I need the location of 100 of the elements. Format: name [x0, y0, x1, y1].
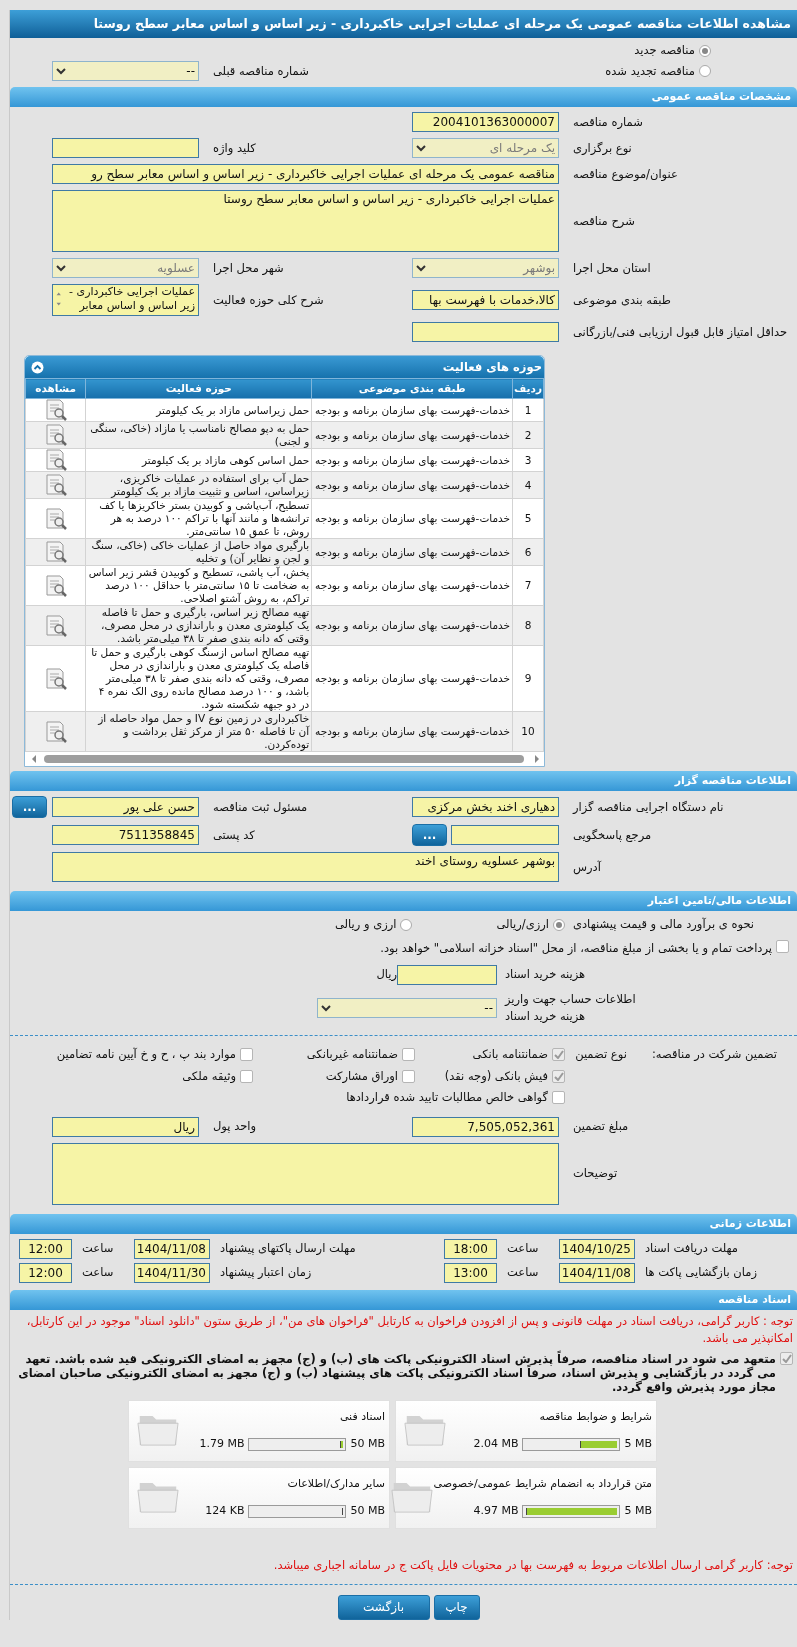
text-field[interactable]: 7511358845	[52, 825, 199, 846]
scrollbar[interactable]	[30, 753, 541, 766]
table-cell: خدمات-فهرست بهای سازمان برنامه و بودجه	[311, 498, 513, 539]
text-field[interactable]	[451, 825, 559, 846]
document-search-icon[interactable]	[43, 449, 68, 472]
section-header: اسناد مناقصه	[10, 1290, 797, 1310]
table-cell: خدمات-فهرست بهای سازمان برنامه و بودجه	[311, 711, 513, 752]
text-field[interactable]: کالا،خدمات با فهرست بها	[412, 290, 559, 311]
document-search-icon[interactable]	[43, 474, 68, 497]
date-field[interactable]: 1404/11/08	[134, 1239, 210, 1259]
field-label: مرجع پاسخگویی	[572, 826, 653, 844]
file-limit: 5 MB	[624, 1435, 652, 1452]
table-cell: خدمات-فهرست بهای سازمان برنامه و بودجه	[311, 471, 513, 499]
section-header: اطلاعات مناقصه گزار	[10, 771, 797, 792]
checkbox-label: وثیقه ملکی	[182, 1067, 236, 1085]
file-title: متن قرارداد به انضمام شرایط عمومی/خصوصی	[433, 1475, 652, 1492]
checkbox[interactable]	[780, 1351, 793, 1365]
file-limit: 50 MB	[350, 1502, 385, 1519]
text-field[interactable]: مناقصه عمومی یک مرحله ای عملیات اجرایی خاکبرداری - زیر اساس و اساس معابر سطح رو	[52, 164, 559, 185]
file-limit: 50 MB	[350, 1435, 385, 1452]
action-button[interactable]: بازگشت	[337, 1594, 430, 1620]
radio-label: مناقصه تجدید شده	[605, 62, 695, 80]
text-area[interactable]	[52, 1143, 559, 1205]
radio-label: مناقصه جدید	[634, 42, 695, 59]
checkbox-label: موارد بند پ ، ح و خ آیین نامه تضامین	[56, 1046, 236, 1064]
list-box[interactable]: عملیات اجرایی خاکبرداری - زیر اساس و اساس معابر	[52, 284, 199, 317]
checkbox[interactable]	[402, 1048, 415, 1062]
date-field[interactable]: 1404/10/25	[559, 1239, 635, 1259]
field-label: مهلت دریافت اسناد	[644, 1240, 739, 1258]
field-label: نوع تضمین	[574, 1046, 628, 1064]
panel-title: حوزه های فعالیت	[442, 358, 542, 376]
checkbox[interactable]	[402, 1069, 415, 1083]
checkbox[interactable]	[240, 1069, 253, 1083]
file-title: شرایط و ضوابط مناقصه	[538, 1408, 652, 1425]
checkbox[interactable]	[240, 1048, 253, 1062]
text-field[interactable]: حسن علی پور	[52, 797, 199, 818]
field-label: ساعت	[81, 1240, 115, 1258]
time-field[interactable]: 18:00	[444, 1239, 497, 1259]
time-field[interactable]: 12:00	[19, 1239, 72, 1259]
field-label: ساعت	[81, 1264, 115, 1282]
field-label: شماره مناقصه قبلی	[212, 62, 310, 80]
checkbox[interactable]	[776, 939, 789, 953]
action-button[interactable]: چاپ	[433, 1594, 480, 1620]
field-label: مهلت ارسال پاکتهای پیشنهاد	[219, 1240, 357, 1258]
field-label: شرح مناقصه	[572, 212, 636, 230]
file-limit: 5 MB	[624, 1502, 652, 1519]
document-search-icon[interactable]	[43, 399, 68, 422]
document-search-icon[interactable]	[43, 667, 68, 690]
page-title: مشاهده اطلاعات مناقصه عمومی یک مرحله ای عملیات اجرایی خاکبرداری - زیر اساس و اساس معابر سطح روستا	[10, 10, 797, 38]
time-field[interactable]: 12:00	[19, 1263, 72, 1283]
field-label: تضمین شرکت در مناقصه:	[650, 1046, 778, 1064]
radio-button[interactable]	[553, 918, 565, 931]
document-search-icon[interactable]	[43, 720, 68, 743]
document-search-icon[interactable]	[43, 614, 68, 637]
table-cell: حمل به دپو مصالح نامناسب یا مازاد (خاکی، سنگی و لجنی)	[85, 421, 312, 449]
document-search-icon[interactable]	[43, 541, 68, 564]
field-label: ساعت	[506, 1240, 540, 1258]
table-cell: پخش، آب پاشی، تسطیح و کوبیدن قشر زیر اساس به ضخامت تا ۱۵ سانتی‌متر با حداقل ۱۰۰ درصد تراکم، به روش آشتو اصلاحی.	[85, 565, 312, 606]
text-field[interactable]	[397, 964, 497, 985]
text-field[interactable]: دهیاری اخند بخش مرکزی	[412, 797, 559, 818]
text-field[interactable]: 7,505,052,361	[412, 1117, 559, 1137]
text-field[interactable]: ریال	[52, 1117, 199, 1137]
checkbox[interactable]	[552, 1090, 565, 1104]
radio-label: ارزی و ریالی	[334, 916, 397, 934]
field-label: اطلاعات حساب جهت واریز هزینه خرید اسناد	[503, 990, 637, 1025]
checkbox[interactable]	[552, 1048, 565, 1062]
field-label: واحد پول	[212, 1118, 258, 1136]
radio-button[interactable]	[699, 44, 711, 57]
field-label: مسئول ثبت مناقصه	[212, 798, 309, 816]
text-area[interactable]: بوشهر عسلویه روستای اخند	[52, 852, 559, 883]
time-field[interactable]: 13:00	[444, 1263, 497, 1283]
field-label: زمان بازگشایی پاکت ها	[644, 1264, 758, 1282]
field-label: توضیحات	[572, 1165, 619, 1183]
document-search-icon[interactable]	[43, 507, 68, 530]
text-field[interactable]: 2004101363000007	[412, 112, 559, 133]
browse-button[interactable]: ...	[12, 796, 47, 819]
file-size: 124 KB	[205, 1502, 245, 1519]
unit-label: ریال	[376, 966, 397, 984]
select-field[interactable]: --	[317, 998, 497, 1018]
chevron-icon	[416, 144, 426, 152]
radio-button[interactable]	[699, 65, 711, 78]
text-field[interactable]	[52, 138, 199, 159]
date-field[interactable]: 1404/11/08	[559, 1263, 635, 1283]
table-cell: 10	[512, 711, 544, 752]
text-field[interactable]	[412, 322, 559, 343]
text-area[interactable]: عملیات اجرایی خاکبرداری - زیر اساس و اساس معابر سطح روستا	[52, 190, 559, 253]
date-field[interactable]: 1404/11/30	[134, 1263, 210, 1283]
radio-button[interactable]	[400, 918, 413, 931]
field-label: عنوان/موضوع مناقصه	[572, 165, 679, 183]
checkmark-icon	[553, 1071, 564, 1081]
chevron-icon	[56, 264, 66, 272]
select-field[interactable]: --	[52, 61, 199, 82]
document-search-icon[interactable]	[43, 424, 68, 447]
collapse-icon[interactable]	[31, 360, 44, 374]
folder-icon	[404, 1415, 446, 1446]
field-label: شماره مناقصه	[572, 113, 644, 131]
document-search-icon[interactable]	[43, 574, 68, 597]
checkbox[interactable]	[552, 1069, 565, 1083]
field-label: طبقه بندی موضوعی	[572, 291, 672, 309]
browse-button[interactable]: ...	[412, 824, 447, 847]
